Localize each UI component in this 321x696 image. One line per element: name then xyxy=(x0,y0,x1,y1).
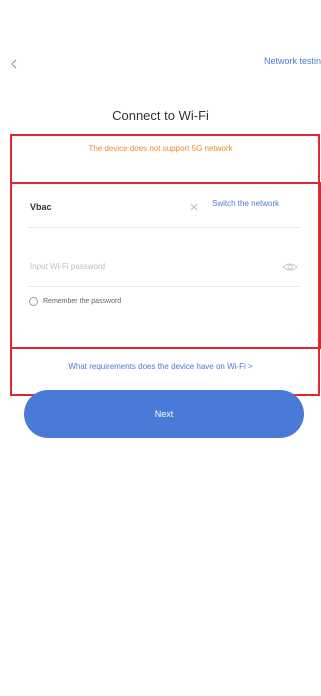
remember-password-label: Remember the password xyxy=(43,298,122,305)
next-button[interactable]: Next xyxy=(24,390,304,438)
page-title: Connect to Wi-Fi xyxy=(112,108,209,123)
close-icon[interactable] xyxy=(189,199,201,211)
chevron-left-icon[interactable] xyxy=(8,58,20,70)
eye-icon[interactable] xyxy=(282,260,298,272)
radio-circle-icon[interactable] xyxy=(29,297,38,306)
connect-wifi-screen: Network testin Connect to Wi-Fi The devi… xyxy=(0,0,321,696)
wifi-password-input[interactable] xyxy=(28,256,272,276)
wifi-requirements-link[interactable]: What requirements does the device have o… xyxy=(0,362,321,371)
5g-warning-text: The device does not support 5G network xyxy=(88,144,233,153)
wifi-ssid-value[interactable]: Vbac xyxy=(30,202,52,212)
divider xyxy=(28,227,300,228)
remember-password-toggle[interactable]: Remember the password xyxy=(29,297,121,306)
switch-network-link[interactable]: Switch the network xyxy=(212,199,279,208)
divider xyxy=(28,286,300,287)
network-testing-link[interactable]: Network testin xyxy=(241,56,321,66)
